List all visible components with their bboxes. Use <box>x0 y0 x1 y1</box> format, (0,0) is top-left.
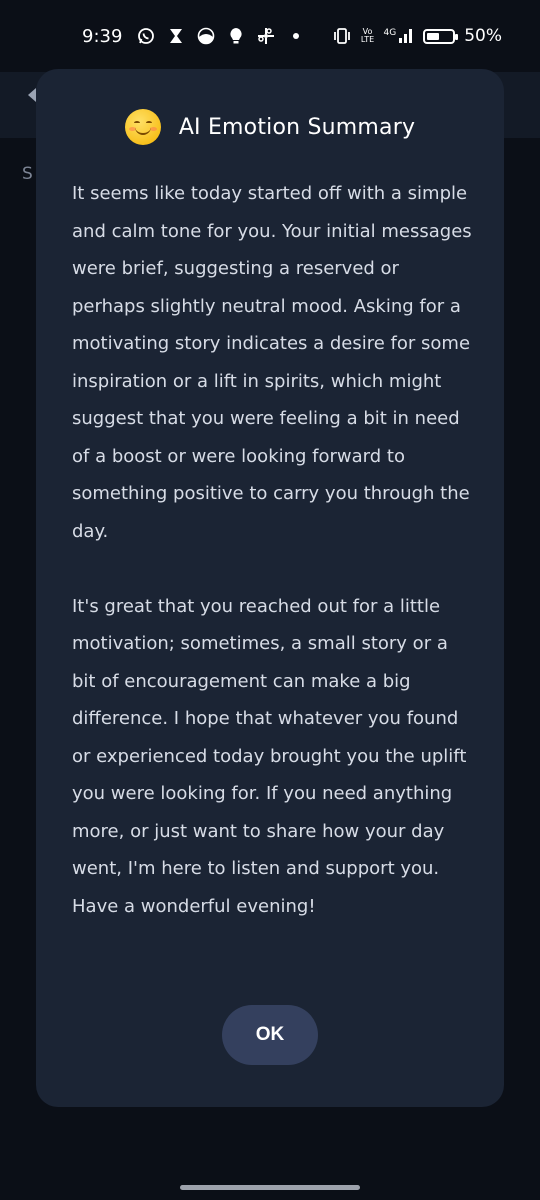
dialog-body: It seems like today started off with a s… <box>72 175 476 963</box>
status-bar: 9:39 Vo LTE 4G 50% <box>0 0 540 72</box>
dot-icon <box>286 26 306 46</box>
whatsapp-icon <box>136 26 156 46</box>
battery-percent: 50% <box>464 26 502 46</box>
volte-label: Vo LTE <box>360 27 375 44</box>
dialog-title: AI Emotion Summary <box>178 114 416 140</box>
dialog-header: AI Emotion Summary <box>36 109 504 145</box>
pinwheel-icon <box>256 26 276 46</box>
ok-button[interactable]: OK <box>222 1005 318 1065</box>
screen: 9:39 Vo LTE 4G 50% S AI Emotion Summary … <box>0 0 540 1200</box>
back-arrow-icon <box>28 88 36 102</box>
battery-fill <box>427 32 440 40</box>
summary-paragraph-1: It seems like today started off with a s… <box>72 183 472 542</box>
emotion-summary-dialog: AI Emotion Summary It seems like today s… <box>36 69 504 1107</box>
vibrate-icon <box>332 26 352 46</box>
network-type-label: 4G <box>384 28 415 44</box>
hourglass-icon <box>166 26 186 46</box>
network-type-text: 4G <box>383 28 397 38</box>
home-indicator[interactable] <box>180 1185 360 1190</box>
status-right: Vo LTE 4G 50% <box>332 26 502 46</box>
lightbulb-icon <box>226 26 246 46</box>
smiling-face-icon <box>124 109 161 145</box>
status-time: 9:39 <box>82 25 123 47</box>
status-left: 9:39 <box>82 26 306 47</box>
background-partial-text: S <box>22 164 33 184</box>
summary-paragraph-2: It's great that you reached out for a li… <box>72 595 467 917</box>
signal-icon <box>399 29 413 43</box>
half-moon-icon <box>196 26 216 46</box>
battery-icon <box>423 28 459 44</box>
